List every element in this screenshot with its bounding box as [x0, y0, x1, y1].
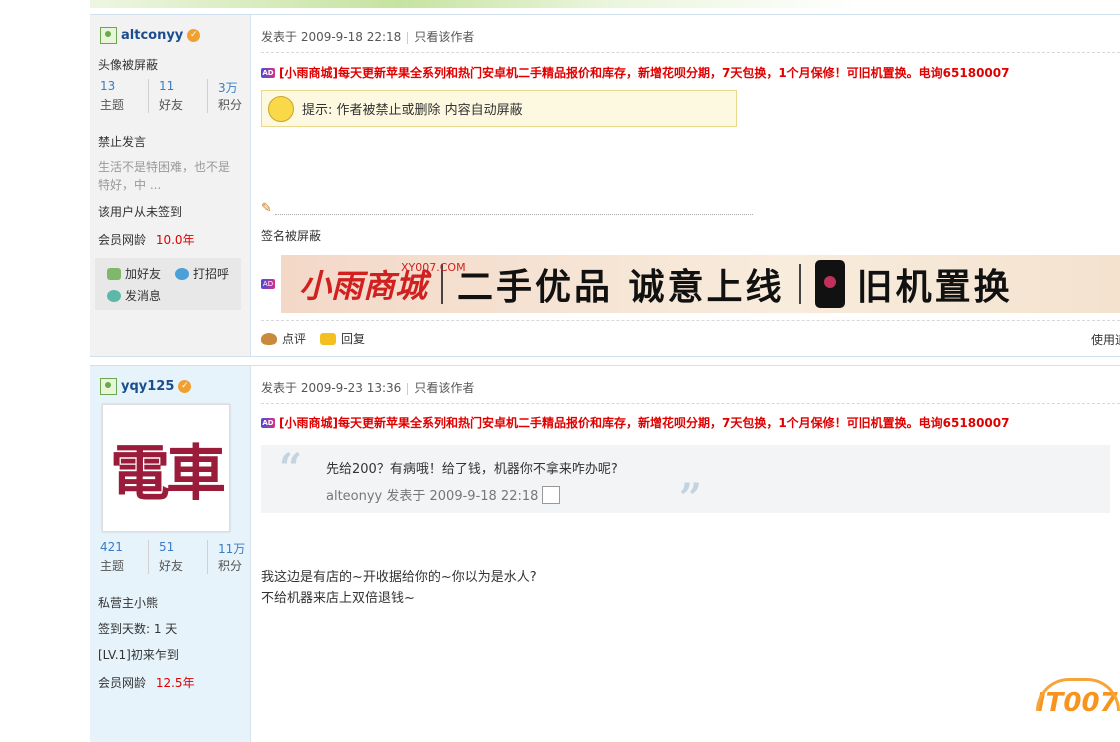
post-1-author-sidebar: altconyy ✓ 头像被屏蔽 13 主题 11 好友 3万 积分 禁止发言 生活不… — [90, 15, 251, 356]
stat-friends[interactable]: 11 好友 — [149, 79, 208, 113]
author-stats: 13 主题 11 好友 3万 积分 — [90, 79, 266, 113]
author-name-row: yqy125 ✓ — [100, 378, 192, 395]
site-watermark-logo: IT007 — [1036, 678, 1120, 718]
user-group: 禁止发言 — [98, 135, 147, 149]
post-body-line-1: 我这边是有店的~开收据给你的~你以为是水人? — [261, 570, 537, 585]
quote-source: alteonyy 发表于 2009-9-18 22:18 — [326, 485, 561, 504]
ad-banner[interactable]: 小雨商城 XY007.COM 二手优品 诚意上线 旧机置换 — [281, 255, 1120, 313]
banner-slogan-2: 旧机置换 — [856, 267, 1013, 308]
quote-text: 先给200？有病哦！给了钱，机器你不拿来咋办呢? — [326, 462, 618, 477]
user-online-icon — [100, 378, 117, 395]
stat-topics[interactable]: 13 主题 — [90, 79, 149, 113]
post-meta: 发表于 2009-9-18 22:18 只看该作者 — [261, 28, 474, 45]
member-age: 会员网龄 10.0年 — [98, 231, 195, 248]
sign-days: 签到天数: 1 天 — [98, 622, 178, 636]
post-2-content: 发表于 2009-9-23 13:36 只看该作者 AD [小雨商城]每天更新苹果… — [251, 366, 1120, 742]
author-name-row: altconyy ✓ — [100, 27, 201, 44]
coffee-cup-icon — [261, 332, 277, 345]
divider — [261, 403, 1120, 404]
member-age-label: 会员网龄 — [98, 233, 147, 247]
banner-domain: XY007.COM — [401, 261, 466, 274]
user-group: 私营主小熊 — [98, 596, 159, 610]
member-age-value: 12.5年 — [155, 676, 195, 690]
ad-link[interactable]: AD [小雨商城]每天更新苹果全系列和热门安卓机二手精品报价和库存，新增花呗分期… — [261, 414, 1009, 431]
user-level: [LV.1]初来乍到 — [98, 648, 179, 662]
comment-button[interactable]: 点评 — [261, 330, 306, 347]
verified-badge-icon: ✓ — [187, 29, 201, 42]
stat-friends[interactable]: 51 好友 — [149, 540, 208, 574]
post-1-content: 发表于 2009-9-18 22:18 只看该作者 AD [小雨商城]每天更新苹果… — [251, 15, 1120, 356]
use-tool-link[interactable]: 使用道 — [1091, 331, 1120, 348]
member-age: 会员网龄 12.5年 — [98, 674, 195, 691]
ad-icon: AD — [261, 67, 275, 78]
avatar-blocked-text: 头像被屏蔽 — [98, 58, 159, 72]
open-quote-icon: “ — [279, 445, 303, 492]
post-date: 发表于 2009-9-18 22:18 — [261, 30, 402, 44]
post-2: yqy125 ✓ 電車 421 主题 51 好友 11万 积分 私营主小熊 签到天数:… — [90, 365, 1120, 742]
phone-icon — [814, 260, 845, 308]
member-age-label: 会员网龄 — [98, 676, 147, 690]
smiley-icon — [268, 95, 294, 122]
avatar-glyphs: 電車 — [110, 438, 226, 509]
greet-icon — [175, 267, 189, 280]
only-author-link[interactable]: 只看该作者 — [414, 30, 474, 44]
post-footer: 点评 回复 — [261, 330, 365, 347]
greet-button[interactable]: 打招呼 — [175, 265, 229, 282]
user-online-icon — [100, 27, 117, 44]
ad-icon: AD — [261, 417, 275, 428]
close-quote-icon: ” — [679, 475, 703, 522]
post-2-author-sidebar: yqy125 ✓ 電車 421 主题 51 好友 11万 积分 私营主小熊 签到天数:… — [90, 366, 251, 742]
post-date: 发表于 2009-9-23 13:36 — [261, 381, 402, 395]
post-body-line-2: 不给机器来店上双倍退钱~ — [261, 591, 415, 606]
post-meta: 发表于 2009-9-23 13:36 只看该作者 — [261, 379, 474, 396]
send-message-button[interactable]: 发消息 — [107, 287, 161, 304]
banner-slogan-1: 二手优品 诚意上线 — [457, 267, 785, 308]
signature-blocked: 签名被屏蔽 — [261, 229, 322, 243]
banner-ad-icon: AD — [261, 279, 275, 289]
divider — [261, 320, 1120, 321]
author-actions: 加好友 打招呼 发消息 — [95, 258, 241, 310]
jump-to-post-icon[interactable] — [542, 485, 561, 504]
ad-link[interactable]: AD [小雨商城]每天更新苹果全系列和热门安卓机二手精品报价和库存，新增花呗分期… — [261, 64, 1009, 81]
quote-block: “ 先给200？有病哦！给了钱，机器你不拿来咋办呢? alteonyy 发表于 … — [261, 445, 1110, 522]
verified-badge-icon: ✓ — [178, 380, 192, 393]
add-friend-icon — [107, 267, 121, 280]
post-body: 我这边是有店的~开收据给你的~你以为是水人? 不给机器来店上双倍退钱~ — [261, 567, 537, 609]
pencil-icon: ✎ — [261, 201, 272, 216]
signature-divider — [275, 214, 753, 215]
top-decoration — [90, 0, 1120, 8]
avatar[interactable]: 電車 — [102, 404, 230, 532]
member-age-value: 10.0年 — [155, 233, 195, 247]
author-stats: 421 主题 51 好友 11万 积分 — [90, 540, 266, 574]
speech-bubble-icon — [320, 332, 337, 345]
author-username-link[interactable]: altconyy — [121, 28, 183, 43]
stat-topics[interactable]: 421 主题 — [90, 540, 149, 574]
sign-status: 该用户从未签到 — [98, 205, 183, 219]
add-friend-button[interactable]: 加好友 — [107, 265, 161, 282]
post-1: altconyy ✓ 头像被屏蔽 13 主题 11 好友 3万 积分 禁止发言 生活不… — [90, 14, 1120, 357]
banner-divider-2 — [798, 264, 801, 304]
message-icon — [107, 289, 121, 302]
blocked-notice: 提示: 作者被禁止或删除 内容自动屏蔽 — [261, 90, 737, 127]
reply-button[interactable]: 回复 — [320, 330, 365, 347]
signature-preview: 生活不是特困难，也不是特好，中 ... — [98, 160, 231, 192]
divider — [261, 52, 1120, 53]
author-username-link[interactable]: yqy125 — [121, 379, 174, 394]
only-author-link[interactable]: 只看该作者 — [414, 381, 474, 395]
